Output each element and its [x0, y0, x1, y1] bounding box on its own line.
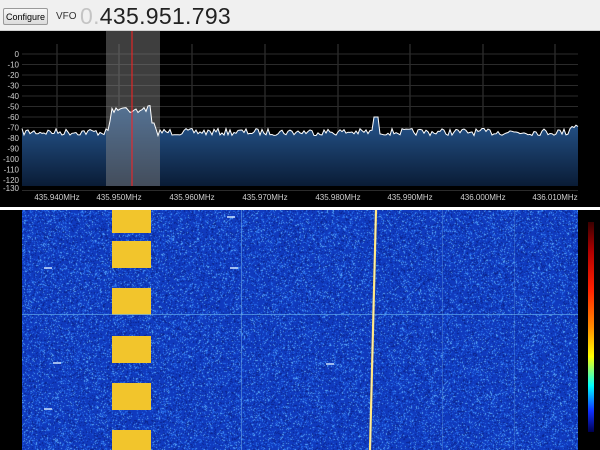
waterfall-signal-burst	[112, 430, 151, 450]
freq-tick: 436.010MHz	[532, 193, 577, 202]
db-tick: -60	[7, 113, 19, 122]
freq-tick: 436.000MHz	[460, 193, 505, 202]
db-tick: -50	[7, 103, 19, 112]
db-tick: -70	[7, 124, 19, 133]
db-axis: 0 -10 -20 -30 -40 -50 -60 -70 -80 -90 -1…	[3, 50, 20, 193]
db-tick: -20	[7, 71, 19, 80]
waterfall-noise-blip	[44, 408, 52, 410]
db-tick: -40	[7, 92, 19, 101]
vfo-label: VFO	[56, 11, 77, 22]
waterfall-signal-burst	[112, 336, 151, 363]
waterfall-display[interactable]	[22, 210, 578, 450]
waterfall-spurious-line	[442, 210, 443, 450]
spectrum-plot[interactable]: 0 -10 -20 -30 -40 -50 -60 -70 -80 -90 -1…	[0, 31, 600, 207]
db-tick: -90	[7, 145, 19, 154]
waterfall-drifting-carrier	[368, 210, 378, 450]
waterfall-noise	[22, 210, 578, 450]
freq-tick: 435.950MHz	[96, 193, 141, 202]
vfo-frequency-prefix: 0.	[80, 3, 100, 29]
waterfall-noise-blip	[227, 216, 235, 218]
frequency-axis: 435.940MHz 435.950MHz 435.960MHz 435.970…	[34, 193, 577, 202]
spectrum-panel[interactable]: 0 -10 -20 -30 -40 -50 -60 -70 -80 -90 -1…	[0, 31, 600, 207]
db-tick: 0	[15, 50, 20, 59]
configure-button[interactable]: Configure	[3, 8, 48, 25]
db-tick: -100	[3, 155, 20, 164]
waterfall-signal-burst	[112, 210, 151, 233]
vfo-frequency-digits: 435.951.793	[99, 3, 232, 29]
waterfall-spurious-line	[22, 314, 578, 315]
db-tick: -80	[7, 134, 19, 143]
waterfall-signal-burst	[112, 241, 151, 268]
waterfall-noise-blip	[230, 267, 238, 269]
db-tick: -110	[4, 166, 20, 175]
vfo-frequency-display[interactable]: 0.435.951.793	[80, 3, 231, 29]
db-tick: -10	[7, 61, 19, 70]
filter-passband[interactable]	[106, 31, 160, 186]
freq-tick: 435.970MHz	[242, 193, 287, 202]
waterfall-spurious-line	[241, 210, 242, 450]
waterfall-panel[interactable]	[0, 210, 600, 450]
db-tick: -30	[7, 82, 19, 91]
waterfall-noise-blip	[53, 362, 61, 364]
waterfall-signal-burst	[112, 288, 151, 315]
freq-tick: 435.980MHz	[315, 193, 360, 202]
toolbar: Configure VFO 0.435.951.793	[0, 0, 600, 31]
freq-tick: 435.990MHz	[387, 193, 432, 202]
waterfall-color-scale	[588, 222, 594, 432]
waterfall-spurious-line	[514, 210, 515, 450]
waterfall-noise-blip	[44, 267, 52, 269]
waterfall-signal-burst	[112, 383, 151, 410]
freq-tick: 435.960MHz	[169, 193, 214, 202]
db-tick: -130	[3, 184, 20, 193]
freq-tick: 435.940MHz	[34, 193, 79, 202]
waterfall-noise-blip	[326, 363, 334, 365]
